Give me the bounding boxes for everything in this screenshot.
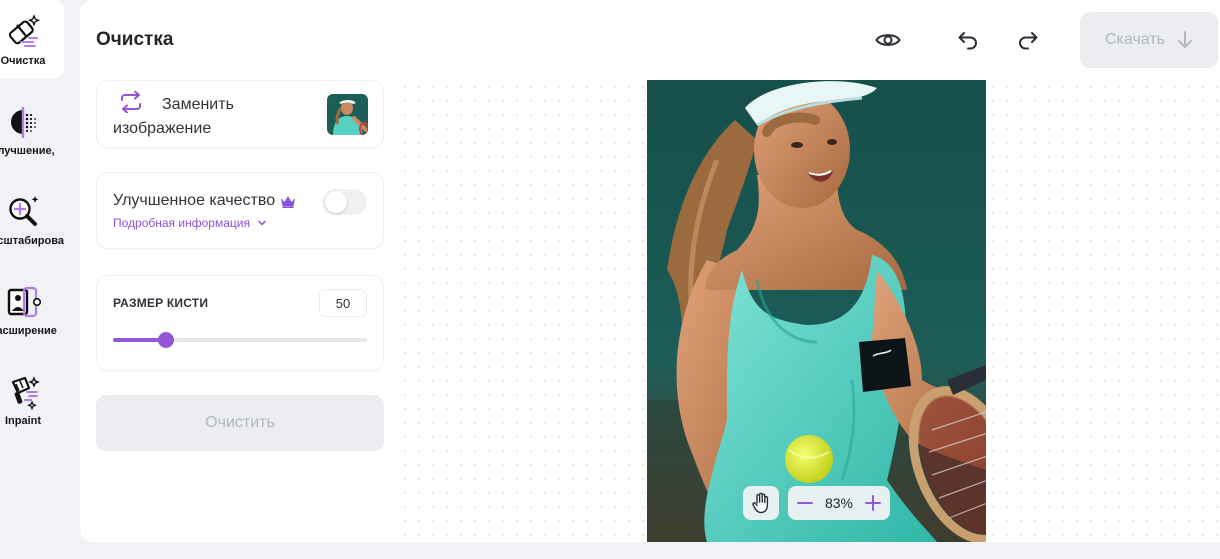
slider-thumb[interactable] bbox=[158, 332, 175, 348]
zoom-level: 83% bbox=[824, 495, 854, 511]
undo-button[interactable] bbox=[954, 26, 982, 54]
sidebar-item-expand[interactable]: Расширение bbox=[0, 270, 64, 348]
replace-image-label: Заменить изображение bbox=[113, 93, 263, 141]
sidebar-item-cleanup[interactable]: Очистка bbox=[0, 0, 64, 78]
brush-size-slider[interactable] bbox=[113, 332, 367, 348]
eye-icon bbox=[875, 34, 901, 46]
replace-label-line1: Заменить bbox=[162, 96, 234, 113]
more-info-link[interactable]: Подробная информация bbox=[113, 216, 267, 230]
sidebar-item-label: Расширение bbox=[0, 325, 57, 337]
hand-icon bbox=[752, 492, 769, 514]
tool-sidebar: Очистка Улучшение, Масштабирование bbox=[0, 0, 78, 559]
replace-label-line2: изображение bbox=[113, 120, 212, 137]
sidebar-item-label: Очистка bbox=[0, 55, 46, 67]
magnify-plus-icon bbox=[9, 196, 39, 226]
brush-size-card: РАЗМЕР КИСТИ 50 bbox=[96, 275, 384, 371]
plus-icon bbox=[865, 495, 881, 511]
zoom-controls: 83% bbox=[788, 486, 890, 520]
more-info-label: Подробная информация bbox=[113, 216, 250, 230]
crown-icon bbox=[281, 196, 295, 208]
brush-sparkle-icon bbox=[11, 376, 40, 411]
brush-size-input[interactable]: 50 bbox=[319, 289, 367, 317]
redo-icon bbox=[1019, 32, 1038, 50]
zoom-in-button[interactable] bbox=[862, 492, 884, 514]
editor-main: Очистка Скачать Заменить изображение Улу… bbox=[80, 0, 1220, 542]
sidebar-item-enhance[interactable]: Улучшение, bbox=[0, 90, 64, 168]
image-canvas[interactable]: 83% bbox=[398, 80, 1220, 542]
clean-button[interactable]: Очистить bbox=[96, 395, 384, 451]
chevron-down-icon bbox=[258, 220, 267, 226]
enhanced-quality-toggle[interactable] bbox=[323, 189, 367, 215]
toggle-knob bbox=[325, 191, 347, 213]
replace-image-card[interactable]: Заменить изображение bbox=[96, 80, 384, 148]
sidebar-item-label: Inpaint bbox=[4, 415, 42, 427]
enhanced-quality-card: Улучшенное качество Подробная информация bbox=[96, 172, 384, 249]
pan-hand-button[interactable] bbox=[743, 486, 779, 520]
download-label: Скачать bbox=[1105, 31, 1165, 48]
sidebar-item-upscale[interactable]: Масштабирование bbox=[0, 180, 64, 258]
current-image-thumbnail bbox=[327, 94, 368, 135]
tennis-player-image bbox=[647, 80, 986, 542]
brush-size-title: РАЗМЕР КИСТИ bbox=[113, 296, 209, 310]
enhanced-quality-title: Улучшенное качество bbox=[113, 192, 276, 209]
arrow-down-icon bbox=[1178, 31, 1192, 48]
enhance-halftone-icon bbox=[11, 107, 36, 138]
preview-eye-button[interactable] bbox=[874, 26, 902, 54]
sidebar-item-label: Улучшение, bbox=[0, 145, 55, 157]
undo-icon bbox=[958, 32, 977, 50]
zoom-out-button[interactable] bbox=[794, 492, 816, 514]
expand-image-icon bbox=[7, 286, 42, 318]
redo-button[interactable] bbox=[1014, 26, 1042, 54]
minus-icon bbox=[797, 502, 813, 504]
sidebar-item-inpaint[interactable]: Inpaint bbox=[0, 360, 64, 438]
page-title: Очистка bbox=[96, 29, 174, 50]
eraser-sparkle-icon bbox=[8, 14, 41, 47]
sidebar-item-label: Масштабирование bbox=[0, 235, 64, 247]
download-button[interactable]: Скачать bbox=[1080, 12, 1218, 68]
